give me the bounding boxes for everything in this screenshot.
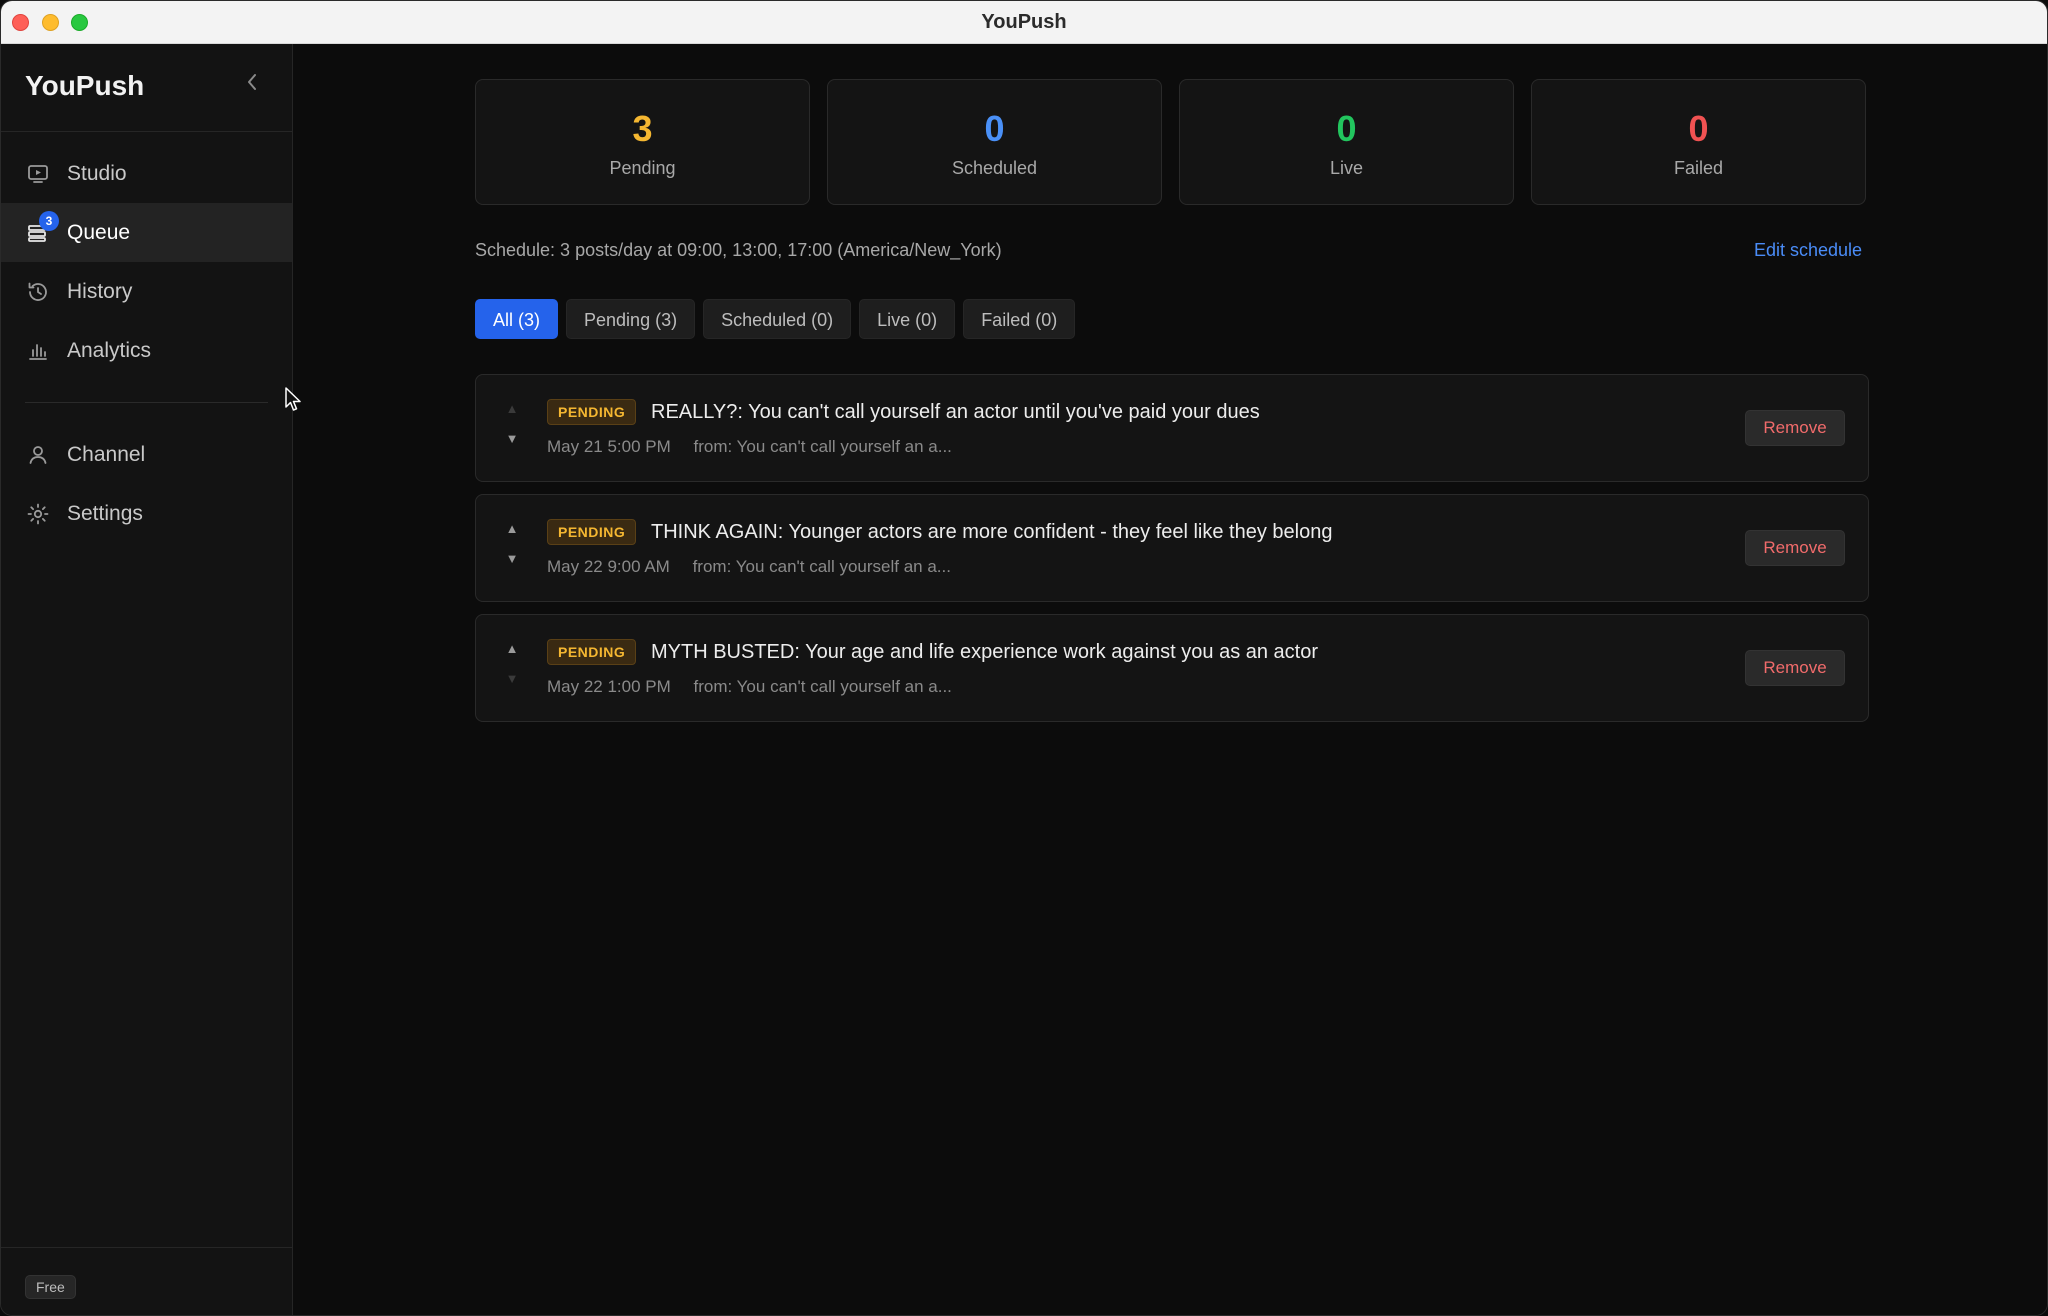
- move-down-button[interactable]: ▼: [504, 551, 520, 567]
- mouse-pointer-icon: [285, 387, 301, 411]
- stats-row: 3 Pending 0 Scheduled 0 Live 0 Failed: [475, 79, 1866, 205]
- post-title: MYTH BUSTED: Your age and life experienc…: [651, 641, 1319, 663]
- sidebar-footer-divider: [1, 1247, 293, 1248]
- bar-chart-icon: [25, 338, 51, 364]
- sidebar-item-label: Queue: [67, 220, 131, 244]
- sidebar-item-label: Studio: [67, 161, 127, 185]
- reorder-controls: ▲ ▼: [504, 641, 520, 701]
- monitor-play-icon: [25, 161, 51, 187]
- tab-all[interactable]: All (3): [475, 299, 559, 339]
- sidebar-item-queue[interactable]: 3 Queue: [1, 203, 292, 262]
- sidebar-item-studio[interactable]: Studio: [1, 144, 292, 203]
- post-date: May 22 1:00 PM: [547, 677, 671, 696]
- sidebar-item-label: Channel: [67, 442, 146, 466]
- post-title: THINK AGAIN: Younger actors are more con…: [651, 521, 1333, 543]
- collapse-sidebar-button[interactable]: [241, 72, 263, 98]
- sidebar-item-label: History: [67, 279, 133, 303]
- tab-live[interactable]: Live (0): [859, 299, 956, 339]
- stat-value: 0: [1688, 108, 1709, 149]
- sidebar-item-label: Analytics: [67, 338, 152, 362]
- stat-card-live: 0 Live: [1179, 79, 1514, 205]
- reorder-controls: ▲ ▼: [504, 401, 520, 461]
- tab-pending[interactable]: Pending (3): [566, 299, 696, 339]
- filter-tabs: All (3) Pending (3) Scheduled (0) Live (…: [475, 299, 1076, 339]
- post-meta: May 21 5:00 PM from: You can't call your…: [547, 437, 952, 457]
- post-meta: May 22 9:00 AM from: You can't call your…: [547, 557, 951, 577]
- queue-item: ▲ ▼ PENDING THINK AGAIN: Younger actors …: [475, 494, 1869, 602]
- stat-card-failed: 0 Failed: [1531, 79, 1866, 205]
- move-up-button[interactable]: ▲: [504, 641, 520, 657]
- stat-label: Live: [1329, 158, 1364, 178]
- queue-count-badge: 3: [39, 211, 59, 231]
- schedule-summary: Schedule: 3 posts/day at 09:00, 13:00, 1…: [475, 240, 1002, 260]
- queue-item: ▲ ▼ PENDING MYTH BUSTED: Your age and li…: [475, 614, 1869, 722]
- post-source: from: You can't call yourself an a...: [693, 677, 952, 696]
- remove-button[interactable]: Remove: [1745, 530, 1845, 566]
- stat-label: Failed: [1673, 158, 1724, 178]
- post-date: May 22 9:00 AM: [547, 557, 670, 576]
- move-down-button[interactable]: ▼: [504, 671, 520, 687]
- sidebar-nav: Studio 3 Queue History Analytics Channel…: [1, 144, 292, 543]
- sidebar-item-label: Settings: [67, 501, 143, 525]
- post-meta: May 22 1:00 PM from: You can't call your…: [547, 677, 952, 697]
- sidebar-item-channel[interactable]: Channel: [1, 425, 292, 484]
- status-badge: PENDING: [547, 519, 637, 545]
- stat-value: 0: [1336, 108, 1357, 149]
- status-badge: PENDING: [547, 399, 637, 425]
- app-window: YouPush YouPush Studio 3 Queue History A…: [0, 0, 2048, 1316]
- sidebar: YouPush Studio 3 Queue History Analytics…: [1, 44, 293, 1315]
- sidebar-item-analytics[interactable]: Analytics: [1, 321, 292, 380]
- stat-value: 0: [984, 108, 1005, 149]
- post-source: from: You can't call yourself an a...: [692, 557, 951, 576]
- remove-button[interactable]: Remove: [1745, 650, 1845, 686]
- brand-name: YouPush: [25, 70, 145, 101]
- post-title: REALLY?: You can't call yourself an acto…: [651, 401, 1260, 423]
- status-badge: PENDING: [547, 639, 637, 665]
- stat-card-pending: 3 Pending: [475, 79, 810, 205]
- tab-scheduled[interactable]: Scheduled (0): [703, 299, 852, 339]
- title-bar: YouPush: [1, 1, 2047, 44]
- post-date: May 21 5:00 PM: [547, 437, 671, 456]
- stat-value: 3: [632, 108, 653, 149]
- window-title: YouPush: [981, 11, 1067, 33]
- plan-badge: Free: [25, 1275, 76, 1299]
- sidebar-item-settings[interactable]: Settings: [1, 484, 292, 543]
- chevron-left-icon: [248, 74, 256, 90]
- remove-button[interactable]: Remove: [1745, 410, 1845, 446]
- tab-failed[interactable]: Failed (0): [963, 299, 1076, 339]
- user-icon: [25, 442, 51, 468]
- sidebar-item-history[interactable]: History: [1, 262, 292, 321]
- stat-label: Scheduled: [951, 158, 1038, 178]
- move-up-button[interactable]: ▲: [504, 401, 520, 417]
- gear-icon: [25, 501, 51, 527]
- stat-card-scheduled: 0 Scheduled: [827, 79, 1162, 205]
- queue-list: ▲ ▼ PENDING REALLY?: You can't call your…: [475, 374, 1869, 734]
- edit-schedule-link[interactable]: Edit schedule: [1754, 240, 1862, 261]
- queue-page: 3 Pending 0 Scheduled 0 Live 0 Failed Sc…: [294, 44, 2047, 1315]
- reorder-controls: ▲ ▼: [504, 521, 520, 581]
- sidebar-section-divider: [25, 402, 268, 403]
- history-icon: [25, 279, 51, 305]
- sidebar-divider: [1, 131, 293, 132]
- move-up-button[interactable]: ▲: [504, 521, 520, 537]
- stat-label: Pending: [609, 158, 676, 178]
- post-source: from: You can't call yourself an a...: [693, 437, 952, 456]
- move-down-button[interactable]: ▼: [504, 431, 520, 447]
- queue-item: ▲ ▼ PENDING REALLY?: You can't call your…: [475, 374, 1869, 482]
